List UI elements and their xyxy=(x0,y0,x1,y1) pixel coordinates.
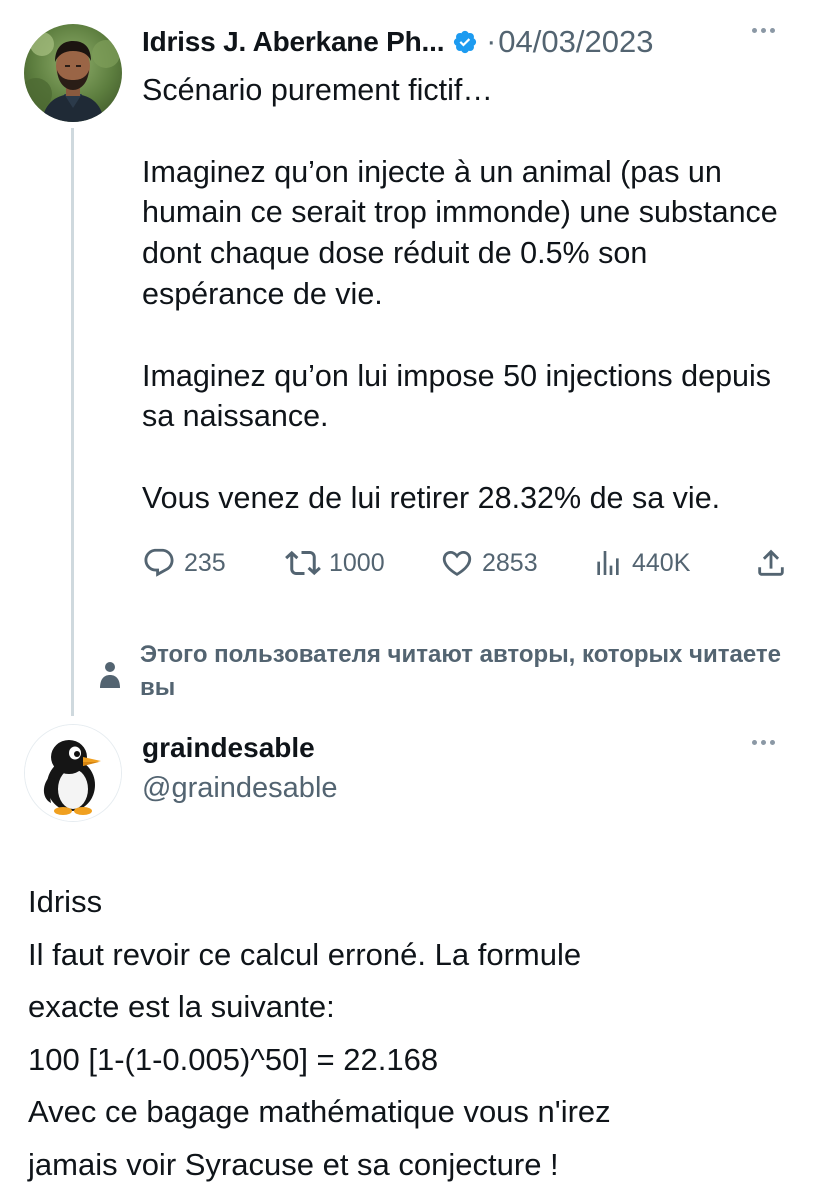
author-avatar[interactable] xyxy=(24,24,122,122)
reply-count: 235 xyxy=(184,548,226,577)
tweet-header: Idriss J. Aberkane Ph... · 04/03/2023 xyxy=(142,20,653,64)
views-button[interactable]: 440K xyxy=(592,540,690,586)
reply-line: exacte est la suivante: xyxy=(28,989,335,1024)
more-options-icon[interactable] xyxy=(752,28,775,33)
reply-text: Idriss Il faut revoir ce calcul erroné. … xyxy=(28,876,808,1191)
more-options-icon[interactable] xyxy=(752,740,775,745)
tweet-paragraph: Scénario purement fictif… xyxy=(142,73,493,107)
reply-author-handle[interactable]: @graindesable xyxy=(142,772,338,805)
reply-author-avatar[interactable] xyxy=(24,724,122,822)
like-count: 2853 xyxy=(482,548,538,577)
tweet-date[interactable]: 04/03/2023 xyxy=(498,24,653,60)
social-context-text[interactable]: Этого пользователя читают авторы, которы… xyxy=(140,638,800,704)
thread-connector-line xyxy=(71,128,74,716)
date-separator: · xyxy=(486,25,497,58)
avatar-photo xyxy=(24,24,122,122)
retweet-count: 1000 xyxy=(329,548,385,577)
tweet-actions-bar: 235 1000 2853 440K xyxy=(142,540,792,586)
verified-badge-icon xyxy=(452,29,478,55)
reply-author-name[interactable]: graindesable xyxy=(142,732,315,764)
tweet-paragraph: Imaginez qu’on injecte à un animal (pas … xyxy=(142,154,778,311)
share-icon xyxy=(758,549,784,576)
views-icon xyxy=(597,551,619,575)
like-icon xyxy=(442,550,472,576)
share-button[interactable] xyxy=(754,540,788,586)
reply-button[interactable]: 235 xyxy=(142,540,226,586)
retweet-button[interactable]: 1000 xyxy=(285,540,385,586)
reply-icon xyxy=(144,548,174,577)
reply-line: Idriss xyxy=(28,884,103,919)
tweet-paragraph: Vous venez de lui retirer 28.32% de sa v… xyxy=(142,480,721,515)
tweet-paragraph: Imaginez qu’on lui impose 50 injections … xyxy=(142,358,772,434)
author-name[interactable]: Idriss J. Aberkane Ph... xyxy=(142,26,444,58)
tweet-text: Scénario purement fictif… Imaginez qu’on… xyxy=(142,70,792,519)
penguin-avatar-image xyxy=(25,725,121,821)
reply-line: 100 [1-(1-0.005)^50] = 22.168 xyxy=(28,1041,439,1077)
views-count: 440K xyxy=(632,548,691,577)
reply-line: jamais voir Syracuse et sa conjecture ! xyxy=(28,1146,559,1182)
like-button[interactable]: 2853 xyxy=(440,540,538,586)
retweet-icon xyxy=(285,550,321,576)
reply-line: Avec ce bagage mathématique vous n'irez xyxy=(28,1094,611,1129)
person-icon xyxy=(100,662,120,688)
reply-line: Il faut revoir ce calcul erroné. La form… xyxy=(28,936,582,972)
